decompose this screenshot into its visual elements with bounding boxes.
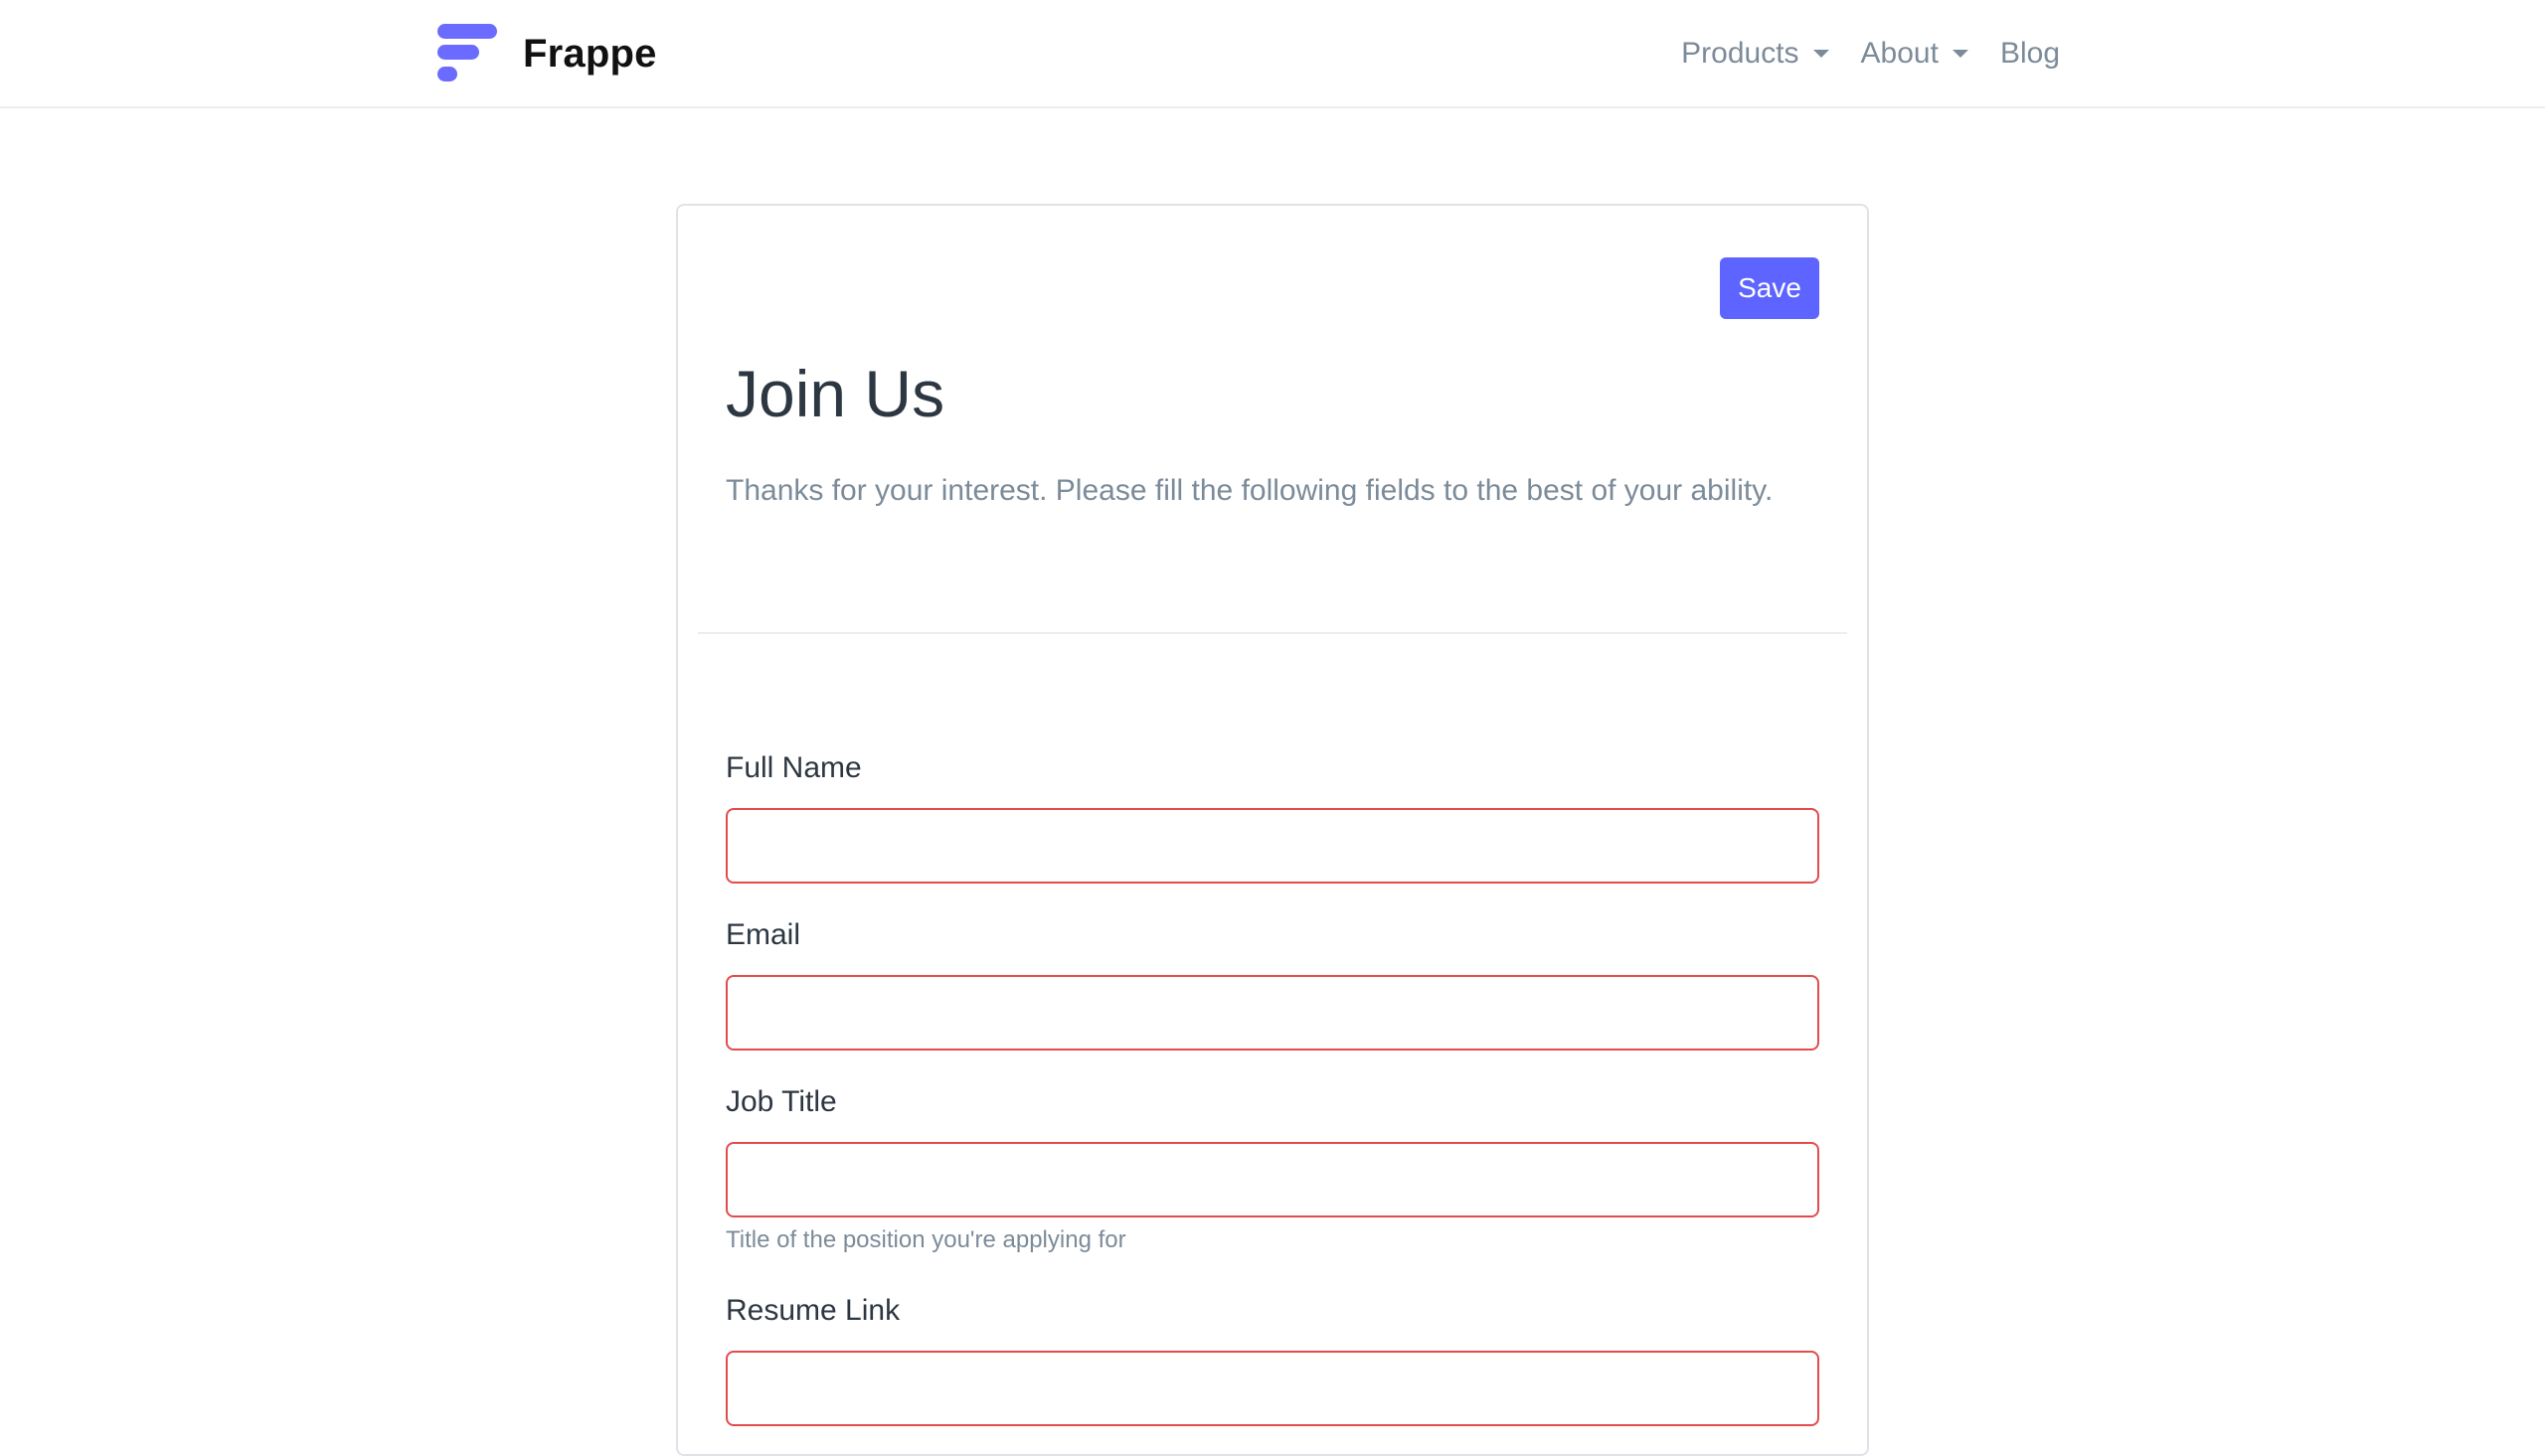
resume-link-input[interactable]	[726, 1351, 1819, 1426]
nav-blog-label: Blog	[1999, 37, 2060, 70]
navbar: Frappe Products About Blog	[0, 0, 2545, 108]
nav-products-dropdown[interactable]: Products	[1681, 37, 1829, 71]
resume-link-label: Resume Link	[726, 1294, 901, 1327]
nav-about-dropdown[interactable]: About	[1861, 37, 1968, 71]
nav-products-label: Products	[1681, 37, 1799, 70]
nav-links: Products About Blog	[1649, 30, 2060, 78]
nav-blog-link[interactable]: Blog	[2000, 37, 2060, 71]
full-name-input[interactable]	[726, 808, 1819, 884]
divider	[698, 632, 1847, 634]
email-label: Email	[726, 918, 801, 951]
caret-down-icon	[1951, 50, 1968, 58]
frappe-logo-icon	[435, 22, 499, 85]
save-button[interactable]: Save	[1720, 257, 1819, 319]
web-form-card: Save Join Us Thanks for your interest. P…	[676, 204, 1869, 1456]
brand-name: Frappe	[523, 31, 657, 76]
form-introduction: Thanks for your interest. Please fill th…	[726, 474, 1774, 507]
job-title-input[interactable]	[726, 1142, 1819, 1217]
page-title: Join Us	[726, 357, 945, 430]
brand-link[interactable]: Frappe	[435, 22, 657, 85]
email-input[interactable]	[726, 975, 1819, 1051]
full-name-label: Full Name	[726, 751, 862, 784]
job-title-label: Job Title	[726, 1085, 837, 1118]
job-title-help-text: Title of the position you're applying fo…	[726, 1226, 1126, 1253]
nav-about-label: About	[1860, 37, 1939, 70]
caret-down-icon	[1812, 50, 1829, 58]
